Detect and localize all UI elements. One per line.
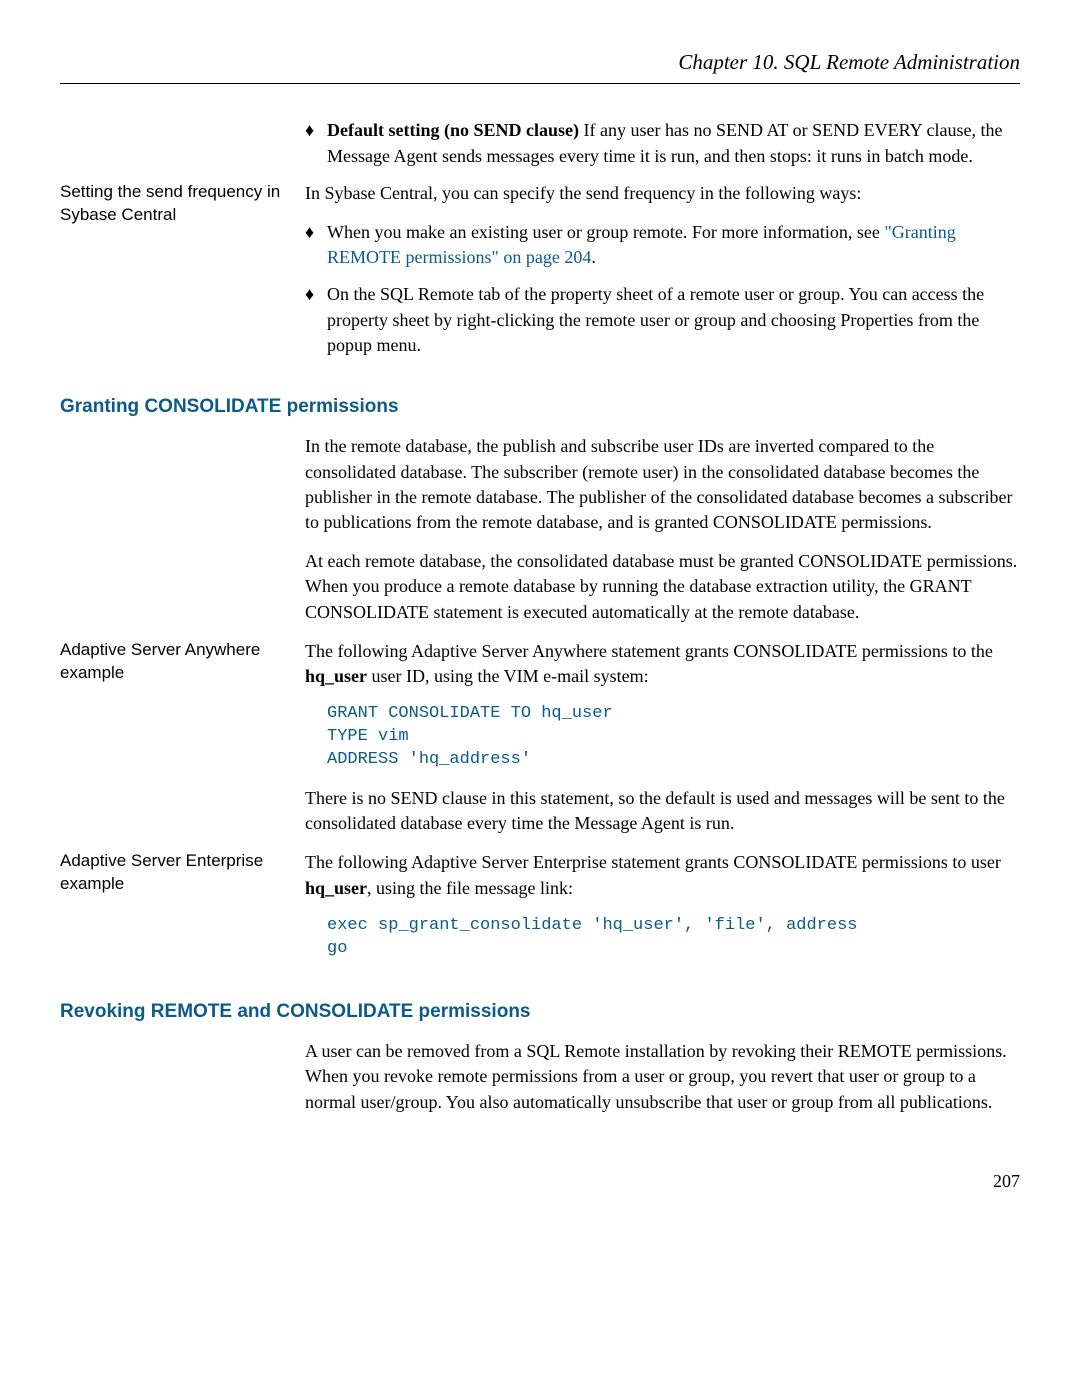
sec1-p2: At each remote database, the consolidate… — [305, 549, 1020, 625]
ase-text-bold: hq_user — [305, 878, 367, 898]
row-sec1-p1: In the remote database, the publish and … — [60, 434, 1020, 638]
send-intro: In Sybase Central, you can specify the s… — [305, 181, 1020, 206]
row-asa: Adaptive Server Anywhere example The fol… — [60, 639, 1020, 851]
asa-text-pre: The following Adaptive Server Anywhere s… — [305, 641, 993, 661]
bullet-diamond-icon: ♦ — [305, 118, 327, 168]
heading-granting-consolidate: Granting CONSOLIDATE permissions — [60, 394, 1020, 421]
ase-text-post: , using the file message link: — [367, 878, 573, 898]
asa-text: The following Adaptive Server Anywhere s… — [305, 639, 1020, 689]
page-number: 207 — [60, 1169, 1020, 1194]
row-send-frequency: Setting the send frequency in Sybase Cen… — [60, 181, 1020, 370]
chapter-title: Chapter 10. SQL Remote Administration — [60, 48, 1020, 83]
bullet-send-2: ♦ On the SQL Remote tab of the property … — [305, 282, 1020, 358]
ase-text-pre: The following Adaptive Server Enterprise… — [305, 852, 1001, 872]
bullet-text-pre: When you make an existing user or group … — [327, 222, 884, 242]
bullet-text-post: . — [591, 247, 596, 267]
row-default-setting: ♦ Default setting (no SEND clause) If an… — [60, 118, 1020, 180]
row-sec2: A user can be removed from a SQL Remote … — [60, 1039, 1020, 1129]
bullet-default-setting: ♦ Default setting (no SEND clause) If an… — [305, 118, 1020, 168]
page-wrapper: Chapter 10. SQL Remote Administration ♦ … — [60, 48, 1020, 1194]
asa-code-block: GRANT CONSOLIDATE TO hq_user TYPE vim AD… — [327, 703, 1020, 772]
sec1-p1: In the remote database, the publish and … — [305, 434, 1020, 535]
heading-revoking: Revoking REMOTE and CONSOLIDATE permissi… — [60, 999, 1020, 1026]
sec2-p: A user can be removed from a SQL Remote … — [305, 1039, 1020, 1115]
sidebar-send-frequency: Setting the send frequency in Sybase Cen… — [60, 181, 305, 227]
ase-text: The following Adaptive Server Enterprise… — [305, 850, 1020, 900]
bullet-diamond-icon: ♦ — [305, 220, 327, 270]
bullet-text: On the SQL Remote tab of the property sh… — [327, 282, 1020, 358]
bullet-diamond-icon: ♦ — [305, 282, 327, 358]
bullet-body: Default setting (no SEND clause) If any … — [327, 118, 1020, 168]
row-ase: Adaptive Server Enterprise example The f… — [60, 850, 1020, 974]
asa-text-post: user ID, using the VIM e-mail system: — [367, 666, 649, 686]
asa-text-bold: hq_user — [305, 666, 367, 686]
bullet-send-1: ♦ When you make an existing user or grou… — [305, 220, 1020, 270]
chapter-header: Chapter 10. SQL Remote Administration — [60, 48, 1020, 84]
ase-code-block: exec sp_grant_consolidate 'hq_user', 'fi… — [327, 915, 1020, 961]
bullet-lead: Default setting (no SEND clause) — [327, 120, 579, 140]
sidebar-asa: Adaptive Server Anywhere example — [60, 639, 305, 685]
asa-p2: There is no SEND clause in this statemen… — [305, 786, 1020, 836]
sidebar-ase: Adaptive Server Enterprise example — [60, 850, 305, 896]
